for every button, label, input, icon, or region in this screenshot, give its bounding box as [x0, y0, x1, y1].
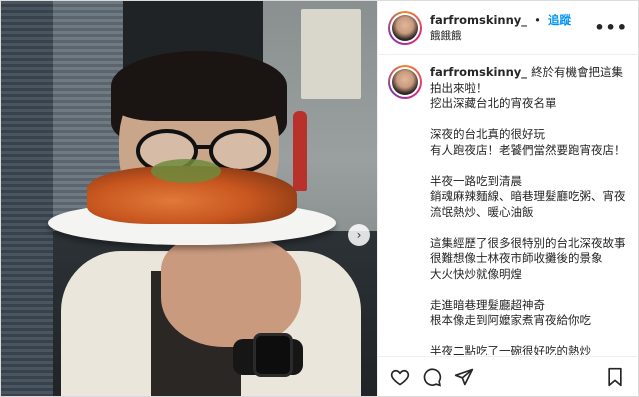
- caption-paragraph: farfromskinny_ 終於有機會把這集拍出來啦！ 挖出深藏台北的宵夜名單: [430, 65, 630, 112]
- post-header: farfromskinny_ • 追蹤 餓餓餓 •••: [378, 1, 638, 55]
- location-link[interactable]: 餓餓餓: [430, 28, 594, 44]
- caption-paragraph: 深夜的台北真的很好玩 有人跑夜店！老饕們當然要跑宵夜店！: [430, 127, 630, 158]
- caption-paragraph: 半夜二點吃了一碗很好吃的熱炒: [430, 344, 630, 355]
- metal-shutter: [1, 1, 53, 396]
- next-photo-button[interactable]: ›: [348, 224, 370, 246]
- caption-line: 半夜一路吃到清晨: [430, 173, 522, 188]
- avatar-image: [392, 69, 418, 95]
- herbs: [151, 159, 221, 183]
- caption-line: 大火快炒就像明煌: [430, 266, 522, 281]
- post-side-panel: farfromskinny_ • 追蹤 餓餓餓 ••• farfromskinn…: [377, 1, 638, 396]
- share-button[interactable]: [452, 365, 476, 389]
- follow-button[interactable]: 追蹤: [548, 13, 571, 27]
- header-text: farfromskinny_ • 追蹤 餓餓餓: [430, 11, 594, 44]
- caption-line: 深夜的台北真的很好玩: [430, 127, 545, 141]
- caption-line: 挖出深藏台北的宵夜名單: [430, 96, 557, 110]
- share-icon: [454, 368, 474, 385]
- comment-icon: [423, 367, 442, 387]
- post-photo[interactable]: ›: [1, 1, 377, 396]
- caption-line: 這集經歷了很多很特別的台北深夜故事: [430, 235, 626, 250]
- caption-line: 根本像走到阿嬤家煮宵夜給你吃: [430, 313, 591, 327]
- signboard: [301, 9, 361, 99]
- caption-paragraph: 這集經歷了很多很特別的台北深夜故事 很難想像士林夜市師收攤後的景象 大火快炒就像…: [430, 236, 630, 283]
- traffic-cone: [293, 111, 307, 191]
- save-button[interactable]: [603, 365, 627, 389]
- caption-username[interactable]: farfromskinny_: [430, 65, 527, 79]
- caption: farfromskinny_ 終於有機會把這集拍出來啦！ 挖出深藏台北的宵夜名單 …: [378, 55, 638, 355]
- avatar[interactable]: [388, 10, 422, 45]
- caption-avatar[interactable]: [388, 65, 422, 99]
- chevron-right-icon: ›: [356, 228, 362, 242]
- wristwatch: [253, 333, 293, 377]
- caption-line: 半夜二點吃了一碗很好吃的熱炒: [430, 344, 591, 355]
- caption-body: farfromskinny_ 終於有機會把這集拍出來啦！ 挖出深藏台北的宵夜名單 …: [430, 65, 630, 355]
- separator-dot: •: [534, 13, 541, 27]
- heart-icon: [390, 369, 410, 385]
- caption-line: 很難想像士林夜市師收攤後的景象: [430, 251, 603, 265]
- person-hair-top: [111, 51, 287, 121]
- caption-paragraph: 走進暗巷理髮廳超神奇 根本像走到阿嬤家煮宵夜給你吃: [430, 298, 630, 329]
- avatar-image: [392, 14, 418, 41]
- caption-line: 銷魂麻辣麵線、暗巷理髮廳吃粥、宵夜流氓熱炒、暖心油飯: [430, 189, 626, 219]
- action-bar: [378, 356, 637, 396]
- avatar-ring: [390, 67, 420, 97]
- comment-button[interactable]: [420, 365, 444, 389]
- caption-line: 有人跑夜店！老饕們當然要跑宵夜店！: [430, 142, 626, 157]
- bookmark-icon: [608, 367, 622, 386]
- instagram-post: › farfromskinny_ • 追蹤 餓餓餓 ••• farfromski…: [0, 0, 639, 397]
- caption-line: 走進暗巷理髮廳超神奇: [430, 297, 545, 312]
- more-icon[interactable]: •••: [594, 18, 628, 37]
- caption-paragraph: 半夜一路吃到清晨 銷魂麻辣麵線、暗巷理髮廳吃粥、宵夜流氓熱炒、暖心油飯: [430, 174, 630, 221]
- glasses-bridge: [196, 145, 211, 149]
- avatar-ring: [390, 12, 420, 43]
- username-link[interactable]: farfromskinny_: [430, 13, 527, 27]
- person-hand: [161, 237, 301, 347]
- like-button[interactable]: [388, 365, 412, 389]
